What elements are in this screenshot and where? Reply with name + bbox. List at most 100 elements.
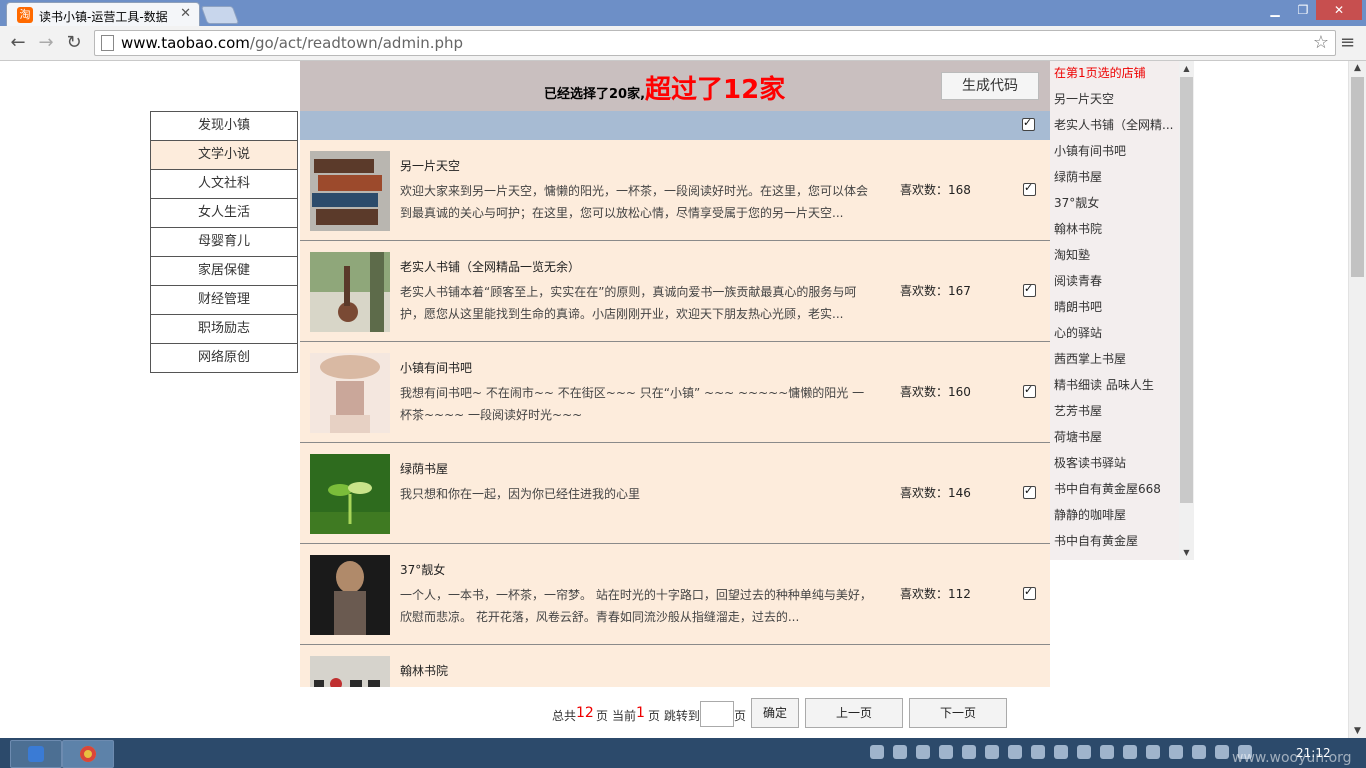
shop-checkbox[interactable] [1023, 282, 1036, 297]
tray-app-icon[interactable] [916, 745, 930, 759]
url-host: www.taobao.com [121, 34, 250, 52]
scroll-down-arrow-icon[interactable]: ▼ [1349, 726, 1366, 736]
confirm-jump-button[interactable]: 确定 [751, 698, 799, 728]
maximize-icon[interactable]: ❐ [1290, 0, 1316, 20]
shop-checkbox[interactable] [1023, 383, 1036, 398]
clock: 21:12 [1296, 746, 1331, 760]
bookmark-star-icon[interactable]: ☆ [1313, 32, 1329, 53]
shop-name[interactable]: 老实人书铺（全网精品一览无余） [400, 258, 580, 275]
chosen-list-scrollbar[interactable]: ▲ ▼ [1179, 61, 1194, 560]
category-item[interactable]: 人文社科 [151, 169, 297, 198]
browser-tab[interactable]: 淘 读书小镇-运营工具-数据 ✕ [6, 2, 200, 27]
scroll-up-arrow-icon[interactable]: ▲ [1179, 64, 1194, 73]
tray-app-icon[interactable] [985, 745, 999, 759]
shop-name[interactable]: 绿荫书屋 [400, 460, 448, 477]
chosen-shop-item[interactable]: 老实人书铺（全网精... [1054, 113, 1178, 139]
chosen-shop-item[interactable]: 精书细读 品味人生 [1054, 373, 1178, 399]
shield-icon[interactable] [962, 745, 976, 759]
tab-close-icon[interactable]: ✕ [180, 6, 191, 21]
shop-name[interactable]: 37°靓女 [400, 561, 445, 578]
browser-toolbar: ← → ↻ www.taobao.com/go/act/readtown/adm… [0, 26, 1366, 61]
tray-app-icon[interactable] [1031, 745, 1045, 759]
qq-icon[interactable] [870, 745, 884, 759]
chosen-shop-item[interactable]: 极客读书驿站 [1054, 451, 1178, 477]
category-item[interactable]: 发现小镇 [151, 112, 297, 140]
category-item[interactable]: 家居保健 [151, 256, 297, 285]
category-item-active[interactable]: 文学小说 [151, 140, 297, 169]
shop-name[interactable]: 翰林书院 [400, 662, 448, 679]
scrollbar-thumb[interactable] [1351, 77, 1364, 277]
system-tray [870, 745, 1261, 761]
category-item[interactable]: 女人生活 [151, 198, 297, 227]
shop-checkbox[interactable] [1023, 484, 1036, 499]
chosen-shop-item[interactable]: 绿荫书屋 [1054, 165, 1178, 191]
chosen-shop-item[interactable]: 静静的咖啡屋 [1054, 503, 1178, 529]
tray-app-icon[interactable] [1146, 745, 1160, 759]
chosen-shop-item[interactable]: 晴朗书吧 [1054, 295, 1178, 321]
new-tab-button[interactable] [200, 6, 240, 24]
jump-page-input[interactable] [700, 701, 734, 727]
chrome-menu-icon[interactable]: ≡ [1340, 32, 1355, 53]
chosen-shop-item[interactable]: 另一片天空 [1054, 87, 1178, 113]
category-item[interactable]: 网络原创 [151, 343, 297, 372]
shop-description: 我只想和你在一起，因为你已经住进我的心里 [400, 487, 641, 501]
scroll-up-arrow-icon[interactable]: ▲ [1349, 63, 1366, 73]
select-all-checkbox[interactable] [1022, 116, 1035, 131]
chosen-shop-item[interactable]: 茜西掌上书屋 [1054, 347, 1178, 373]
chosen-shop-item[interactable]: 艺芳书屋 [1054, 399, 1178, 425]
chosen-shop-item[interactable]: 翰林书院 [1054, 217, 1178, 243]
taobao-favicon: 淘 [17, 7, 33, 23]
shop-description: 老实人书铺本着“顾客至上，实实在在”的原则，真诚向爱书一族贡献最真心的服务与呵护… [400, 285, 857, 321]
shop-description: 一个人，一本书，一杯茶，一帘梦。 站在时光的十字路口，回望过去的种种单纯与美好，… [400, 588, 872, 624]
prev-page-button[interactable]: 上一页 [805, 698, 903, 728]
category-item[interactable]: 母婴育儿 [151, 227, 297, 256]
category-item[interactable]: 财经管理 [151, 285, 297, 314]
page-scrollbar[interactable]: ▲ ▼ [1348, 61, 1366, 738]
url-text[interactable]: www.taobao.com/go/act/readtown/admin.php [121, 34, 463, 52]
taskbar-window-button[interactable] [10, 740, 62, 768]
shop-thumbnail [310, 656, 390, 687]
generate-code-button[interactable]: 生成代码 [941, 72, 1039, 100]
chosen-shop-item[interactable]: 书中自有黄金屋 [1054, 529, 1178, 555]
shop-checkbox[interactable] [1023, 585, 1036, 600]
bluetooth-icon[interactable] [1100, 745, 1114, 759]
shop-row: 小镇有间书吧 我想有间书吧~ 不在闹市~~ 不在街区~~~ 只在“小镇” ~~~… [300, 342, 1050, 443]
chosen-shop-item[interactable]: 荷塘书屋 [1054, 425, 1178, 451]
chosen-shop-item[interactable]: 阅读青春 [1054, 269, 1178, 295]
scrollbar-thumb[interactable] [1180, 77, 1193, 503]
chosen-shop-item[interactable]: 书中自有黄金屋668 [1054, 477, 1178, 503]
pager-page-suffix-2: 页 [734, 709, 747, 723]
volume-icon[interactable] [1077, 745, 1091, 759]
chosen-shop-item[interactable]: 小镇有间书吧 [1054, 139, 1178, 165]
chosen-shop-item[interactable]: 淘知塾 [1054, 243, 1178, 269]
shop-row: 绿荫书屋 我只想和你在一起，因为你已经住进我的心里 喜欢数：146 [300, 443, 1050, 544]
next-page-button[interactable]: 下一页 [909, 698, 1007, 728]
flag-icon[interactable] [1169, 745, 1183, 759]
scroll-down-arrow-icon[interactable]: ▼ [1179, 548, 1194, 557]
tray-app-icon[interactable] [1123, 745, 1137, 759]
umbrella-icon[interactable] [1008, 745, 1022, 759]
tray-app-icon[interactable] [893, 745, 907, 759]
minimize-icon[interactable]: ▁ [1262, 0, 1288, 20]
address-bar[interactable]: www.taobao.com/go/act/readtown/admin.php… [94, 30, 1336, 56]
forward-arrow-icon[interactable]: → [34, 31, 58, 55]
pager-page-suffix: 页 [596, 709, 609, 723]
shop-thumbnail [310, 454, 390, 534]
tray-app-icon[interactable] [939, 745, 953, 759]
back-arrow-icon[interactable]: ← [6, 31, 30, 55]
chosen-shop-item[interactable]: 37°靓女 [1054, 191, 1178, 217]
shop-name[interactable]: 小镇有间书吧 [400, 359, 472, 376]
network-icon[interactable] [1192, 745, 1206, 759]
pager-current-page: 1 [636, 705, 645, 721]
chosen-shop-item[interactable]: 心的驿站 [1054, 321, 1178, 347]
tray-app-icon[interactable] [1054, 745, 1068, 759]
reload-icon[interactable]: ↻ [62, 31, 86, 55]
chosen-shops-list: 在第1页选的店铺 另一片天空 老实人书铺（全网精... 小镇有间书吧 绿荫书屋 … [1050, 61, 1194, 560]
category-item[interactable]: 职场励志 [151, 314, 297, 343]
taskbar-chrome-button[interactable] [62, 740, 114, 768]
likes-count: 喜欢数：112 [900, 587, 971, 601]
speaker-icon[interactable] [1215, 745, 1229, 759]
close-window-icon[interactable]: ✕ [1316, 0, 1362, 20]
shop-name[interactable]: 另一片天空 [400, 157, 460, 174]
shop-checkbox[interactable] [1023, 181, 1036, 196]
